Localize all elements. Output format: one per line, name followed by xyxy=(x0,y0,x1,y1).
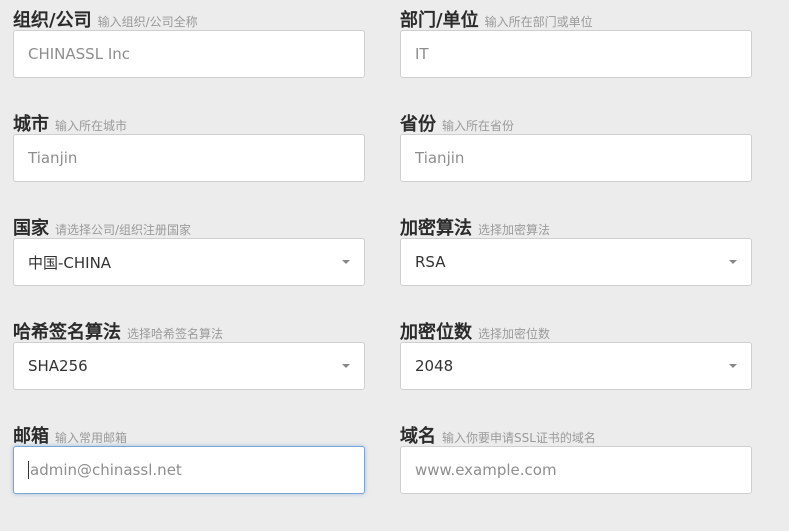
organization-field: 组织/公司 输入组织/公司全称 CHINASSL Inc xyxy=(13,8,365,78)
domain-label: 域名 xyxy=(400,426,436,447)
province-input[interactable]: Tianjin xyxy=(400,134,752,182)
domain-placeholder: www.example.com xyxy=(415,461,557,479)
domain-input[interactable]: www.example.com xyxy=(400,446,752,494)
encryption-algorithm-label: 加密算法 xyxy=(400,218,472,239)
key-size-select[interactable]: 2048 xyxy=(400,342,752,390)
city-field: 城市 输入所在城市 Tianjin xyxy=(13,112,365,182)
country-label: 国家 xyxy=(13,218,49,239)
organization-label: 组织/公司 xyxy=(13,10,92,31)
hash-algorithm-field: 哈希签名算法 选择哈希签名算法 SHA256 xyxy=(13,320,365,390)
hash-algorithm-select[interactable]: SHA256 xyxy=(13,342,365,390)
province-label: 省份 xyxy=(400,114,436,135)
department-input[interactable]: IT xyxy=(400,30,752,78)
text-cursor xyxy=(28,461,29,479)
department-label: 部门/单位 xyxy=(400,10,479,31)
country-label-row: 国家 请选择公司/组织注册国家 xyxy=(13,216,365,240)
chevron-down-icon xyxy=(342,260,350,264)
hash-algorithm-label-row: 哈希签名算法 选择哈希签名算法 xyxy=(13,320,365,344)
domain-field: 域名 输入你要申请SSL证书的域名 www.example.com xyxy=(400,424,752,494)
email-input[interactable]: admin@chinassl.net xyxy=(13,446,365,494)
province-field: 省份 输入所在省份 Tianjin xyxy=(400,112,752,182)
organization-value: CHINASSL Inc xyxy=(28,45,131,63)
key-size-label: 加密位数 xyxy=(400,322,472,343)
csr-form: 组织/公司 输入组织/公司全称 CHINASSL Inc 部门/单位 输入所在部… xyxy=(0,0,789,531)
city-label-row: 城市 输入所在城市 xyxy=(13,112,365,136)
encryption-algorithm-field: 加密算法 选择加密算法 RSA xyxy=(400,216,752,286)
chevron-down-icon xyxy=(729,364,737,368)
email-placeholder: admin@chinassl.net xyxy=(30,461,182,479)
city-label: 城市 xyxy=(13,114,49,135)
country-field: 国家 请选择公司/组织注册国家 中国-CHINA xyxy=(13,216,365,286)
chevron-down-icon xyxy=(729,260,737,264)
organization-label-row: 组织/公司 输入组织/公司全称 xyxy=(13,8,365,32)
organization-input[interactable]: CHINASSL Inc xyxy=(13,30,365,78)
department-value: IT xyxy=(415,45,429,63)
encryption-algorithm-selected-value: RSA xyxy=(415,253,446,271)
domain-label-row: 域名 输入你要申请SSL证书的域名 xyxy=(400,424,752,448)
email-label-row: 邮箱 输入常用邮箱 xyxy=(13,424,365,448)
city-input[interactable]: Tianjin xyxy=(13,134,365,182)
key-size-selected-value: 2048 xyxy=(415,357,454,375)
department-label-row: 部门/单位 输入所在部门或单位 xyxy=(400,8,752,32)
country-selected-value: 中国-CHINA xyxy=(28,253,112,272)
chevron-down-icon xyxy=(342,364,350,368)
key-size-label-row: 加密位数 选择加密位数 xyxy=(400,320,752,344)
hash-algorithm-label: 哈希签名算法 xyxy=(13,322,121,343)
hash-algorithm-selected-value: SHA256 xyxy=(28,357,88,375)
department-field: 部门/单位 输入所在部门或单位 IT xyxy=(400,8,752,78)
key-size-field: 加密位数 选择加密位数 2048 xyxy=(400,320,752,390)
email-label: 邮箱 xyxy=(13,426,49,447)
province-label-row: 省份 输入所在省份 xyxy=(400,112,752,136)
encryption-algorithm-select[interactable]: RSA xyxy=(400,238,752,286)
country-select[interactable]: 中国-CHINA xyxy=(13,238,365,286)
province-value: Tianjin xyxy=(415,149,465,167)
city-value: Tianjin xyxy=(28,149,78,167)
email-field: 邮箱 输入常用邮箱 admin@chinassl.net xyxy=(13,424,365,494)
encryption-algorithm-label-row: 加密算法 选择加密算法 xyxy=(400,216,752,240)
